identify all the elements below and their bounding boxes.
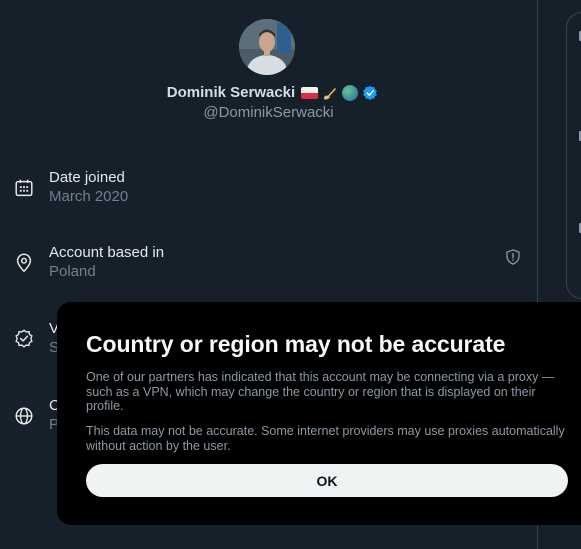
verified-badge-icon[interactable] bbox=[362, 85, 378, 101]
ok-button[interactable]: OK bbox=[86, 464, 568, 497]
dialog-title: Country or region may not be accurate bbox=[86, 331, 506, 357]
info-row-date-joined: Date joined March 2020 bbox=[0, 169, 537, 209]
info-row-account-based-in: Account based in Poland bbox=[0, 244, 537, 284]
avatar-photo bbox=[239, 19, 295, 75]
shield-alert-icon[interactable] bbox=[504, 248, 522, 266]
verified-check-icon bbox=[15, 329, 33, 348]
info-title: Account based in bbox=[49, 244, 165, 261]
dialog-paragraph: This data may not be accurate. Some inte… bbox=[86, 424, 565, 453]
poland-flag-emoji bbox=[301, 87, 319, 99]
globe-emoji bbox=[342, 84, 359, 101]
writing-hand-emoji bbox=[324, 87, 337, 100]
sidebar-card bbox=[566, 12, 581, 299]
profile-about-page: Dominik Serwacki @DominikSerwacki Date j… bbox=[0, 0, 581, 549]
location-pin-icon bbox=[16, 253, 32, 273]
display-name: Dominik Serwacki bbox=[166, 84, 296, 101]
calendar-icon bbox=[15, 179, 33, 197]
profile-handle: @DominikSerwacki bbox=[203, 104, 334, 121]
dialog-paragraph: One of our partners has indicated that t… bbox=[86, 370, 555, 413]
globe-icon bbox=[15, 407, 33, 425]
info-title: Date joined bbox=[49, 169, 125, 186]
info-value: Poland bbox=[49, 263, 96, 280]
avatar[interactable] bbox=[239, 19, 295, 75]
accuracy-warning-dialog: Country or region may not be accurate On… bbox=[57, 302, 581, 525]
info-value: March 2020 bbox=[49, 188, 129, 205]
display-name-row: Dominik Serwacki bbox=[0, 84, 541, 101]
